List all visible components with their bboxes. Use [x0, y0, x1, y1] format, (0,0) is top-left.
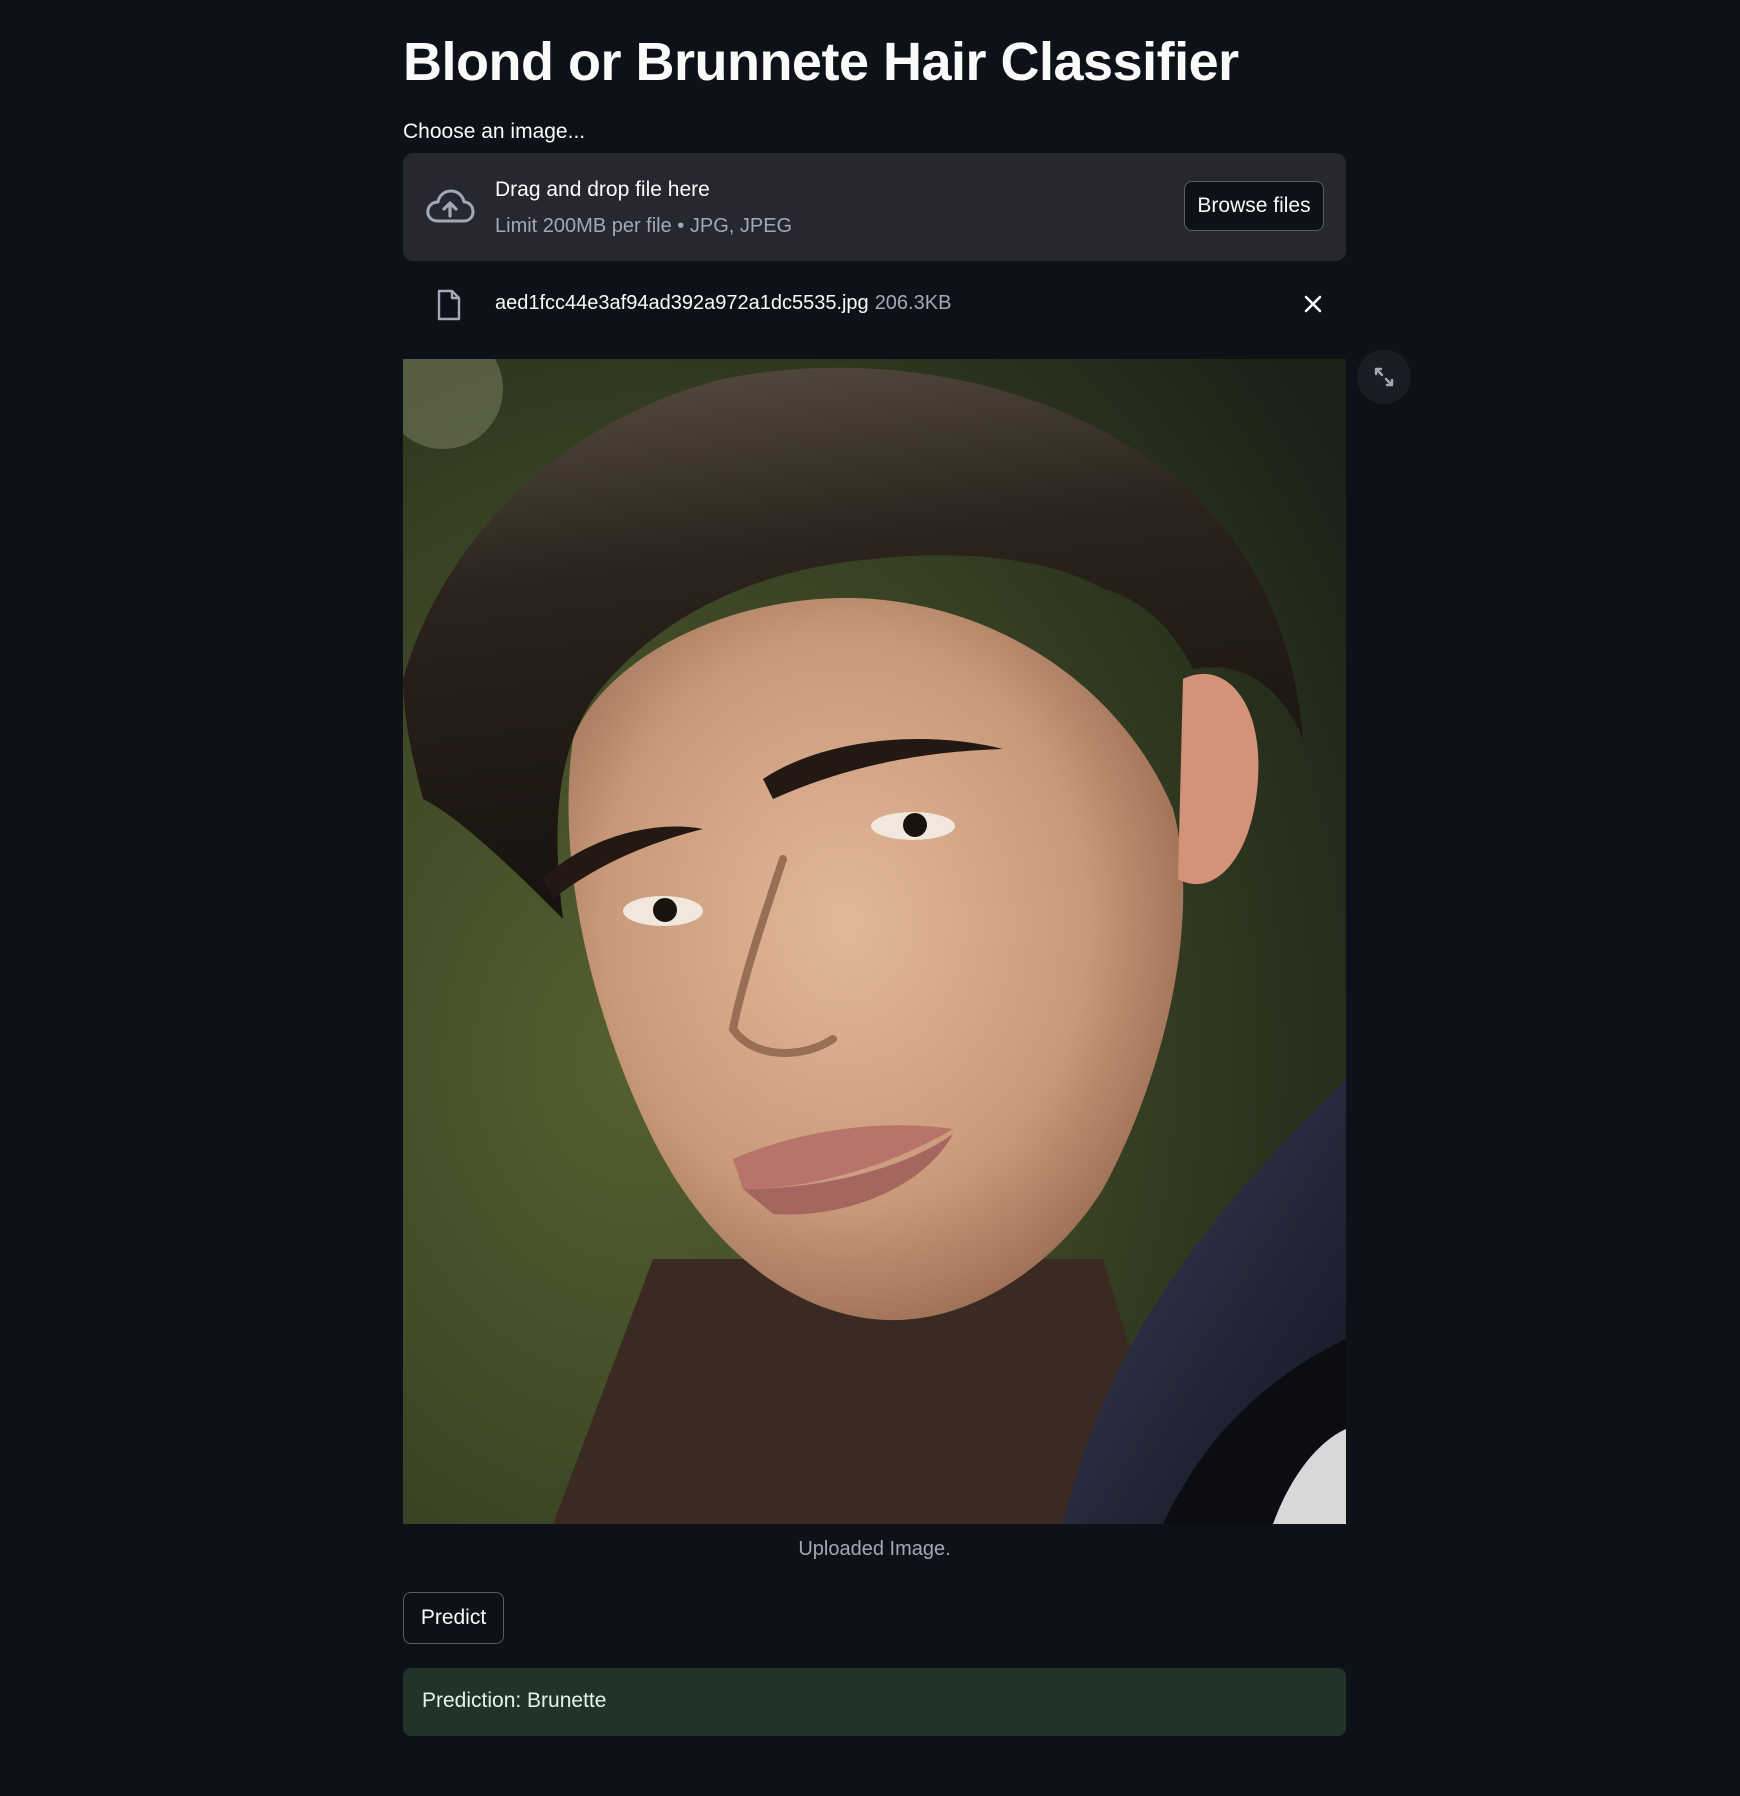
file-uploader-label: Choose an image...: [403, 120, 586, 143]
browse-files-button[interactable]: Browse files: [1184, 181, 1324, 231]
dropzone-instructions: Drag and drop file here: [495, 178, 710, 201]
file-dropzone[interactable]: Drag and drop file here Limit 200MB per …: [403, 153, 1346, 261]
file-name-text: aed1fcc44e3af94ad392a972a1dc5535.jpg: [495, 292, 869, 314]
dropzone-limit-text: Limit 200MB per file • JPG, JPEG: [495, 215, 793, 237]
prediction-alert: Prediction: Brunette: [403, 1668, 1346, 1736]
uploaded-image: [403, 359, 1346, 1524]
cloud-upload-icon: [426, 189, 475, 223]
fullscreen-icon: [1374, 367, 1394, 387]
portrait-photo: [403, 359, 1346, 1524]
page-title: Blond or Brunnete Hair Classifier: [403, 32, 1239, 92]
fullscreen-button[interactable]: [1357, 350, 1411, 404]
close-icon[interactable]: [1301, 292, 1325, 316]
file-size: 206.3KB: [874, 292, 952, 314]
image-caption: Uploaded Image.: [798, 1538, 951, 1560]
uploaded-file-name: aed1fcc44e3af94ad392a972a1dc5535.jpg 206.…: [495, 292, 951, 315]
uploaded-file-row: aed1fcc44e3af94ad392a972a1dc5535.jpg 206.…: [403, 280, 1346, 328]
prediction-text: Prediction: Brunette: [422, 1689, 607, 1712]
predict-button[interactable]: Predict: [403, 1592, 504, 1644]
file-icon: [437, 289, 461, 321]
